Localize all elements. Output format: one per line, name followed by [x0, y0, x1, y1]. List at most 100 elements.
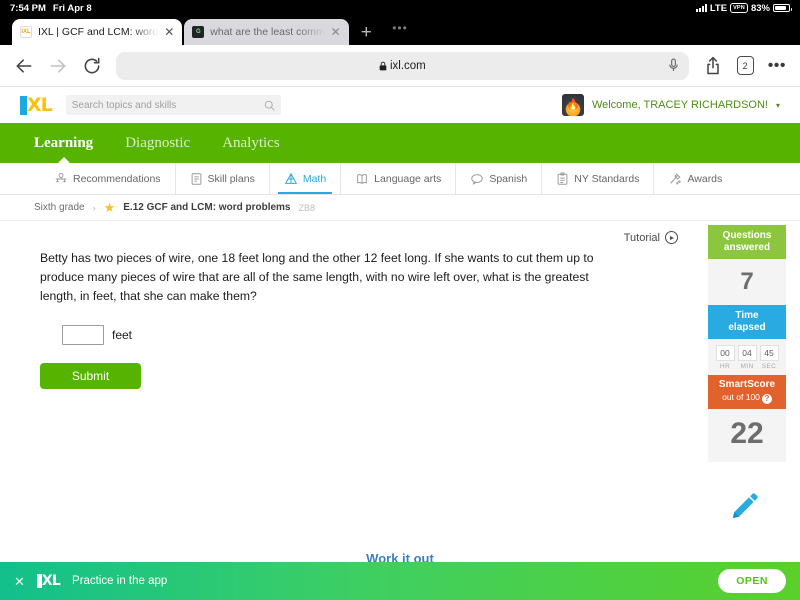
- share-icon[interactable]: [703, 56, 723, 76]
- browser-tab-inactive[interactable]: G what are the least comm ✕: [184, 19, 348, 45]
- chevron-down-icon[interactable]: ▾: [776, 101, 780, 110]
- timer-minutes: 04 MIN: [738, 345, 757, 370]
- breadcrumb-grade[interactable]: Sixth grade: [34, 202, 85, 213]
- timer-minutes-unit: MIN: [738, 363, 757, 370]
- tab-math[interactable]: Math: [270, 163, 341, 194]
- questions-answered-label-line1: Questions: [723, 230, 772, 241]
- url-bar[interactable]: ixl.com: [116, 52, 689, 80]
- stats-panel: Questions answered 7 Time elapsed 00 HR …: [708, 225, 786, 462]
- tab-title: what are the least comm: [210, 26, 324, 38]
- tab-close-icon[interactable]: ✕: [331, 26, 341, 38]
- timer-seconds-value: 45: [760, 345, 779, 361]
- tab-label: Language arts: [374, 173, 441, 185]
- status-bar-date: Fri Apr 8: [53, 3, 92, 14]
- answer-row: feet: [62, 325, 132, 345]
- tab-ny-standards[interactable]: NY Standards: [542, 163, 654, 194]
- tab-label: Recommendations: [73, 173, 161, 185]
- url-text-wrapper: ixl.com: [379, 60, 426, 72]
- banner-open-button[interactable]: OPEN: [718, 569, 786, 593]
- answer-unit-label: feet: [112, 328, 132, 342]
- help-icon[interactable]: ?: [762, 394, 772, 404]
- tab-skill-plans[interactable]: Skill plans: [176, 163, 270, 194]
- tab-close-icon[interactable]: ✕: [164, 26, 174, 38]
- banner-logo-xl-text: XL: [42, 574, 60, 588]
- network-type-label: LTE: [710, 3, 727, 14]
- timer-hours-value: 00: [716, 345, 735, 361]
- math-icon: [284, 172, 298, 186]
- timer-seconds: 45 SEC: [760, 345, 779, 370]
- timer-hours: 00 HR: [716, 345, 735, 370]
- status-bar-left: 7:54 PM Fri Apr 8: [10, 3, 92, 14]
- browser-tab-strip: ••• IXL IXL | GCF and LCM: word ✕ G what…: [0, 16, 800, 45]
- url-text: ixl.com: [390, 60, 426, 72]
- tab-awards[interactable]: Awards: [654, 163, 736, 194]
- breadcrumb-skill-code: ZB8: [299, 203, 316, 213]
- language-arts-icon: [355, 172, 369, 186]
- status-bar-time: 7:54 PM: [10, 3, 46, 14]
- ios-status-bar: 7:54 PM Fri Apr 8 LTE VPN 83%: [0, 0, 800, 16]
- nav-item-diagnostic[interactable]: Diagnostic: [125, 135, 190, 152]
- smartscore-label: SmartScore: [719, 379, 775, 390]
- timer-hours-unit: HR: [716, 363, 735, 370]
- tab-count-button[interactable]: 2: [737, 56, 754, 75]
- smartscore-sub-label: out of 100: [722, 392, 760, 402]
- tab-recommendations[interactable]: Recommendations: [40, 163, 176, 194]
- microphone-icon[interactable]: [668, 58, 679, 73]
- banner-close-icon[interactable]: ✕: [14, 575, 25, 588]
- submit-button[interactable]: Submit: [40, 363, 141, 389]
- tutorial-label: Tutorial: [624, 232, 660, 244]
- awards-icon: [668, 172, 682, 186]
- question-area: Betty has two pieces of wire, one 18 fee…: [0, 221, 800, 559]
- reload-icon[interactable]: [82, 56, 102, 76]
- search-placeholder: Search topics and skills: [72, 100, 177, 111]
- tab-label: Skill plans: [208, 173, 255, 185]
- answer-input[interactable]: [62, 325, 104, 345]
- spanish-icon: [470, 172, 484, 186]
- search-input[interactable]: Search topics and skills: [66, 95, 281, 115]
- star-icon[interactable]: ★: [104, 201, 116, 214]
- recommendations-icon: [54, 172, 68, 186]
- banner-text: Practice in the app: [72, 575, 167, 587]
- campfire-avatar-icon: 🔥: [562, 94, 584, 116]
- welcome-text: Welcome, TRACEY RICHARDSON!: [592, 99, 768, 111]
- tab-language-arts[interactable]: Language arts: [341, 163, 456, 194]
- breadcrumb-separator: ›: [93, 203, 96, 213]
- time-elapsed-label-line1: Time: [735, 310, 758, 321]
- time-elapsed-header: Time elapsed: [708, 305, 786, 339]
- tab-label: Math: [303, 173, 326, 185]
- tab-title: IXL | GCF and LCM: word: [38, 26, 158, 38]
- timer-minutes-value: 04: [738, 345, 757, 361]
- time-elapsed-label-line2: elapsed: [728, 322, 765, 333]
- new-tab-button[interactable]: +: [351, 23, 382, 45]
- nav-item-learning[interactable]: Learning: [34, 135, 93, 152]
- multitask-handle-icon[interactable]: •••: [392, 22, 408, 34]
- browser-tab-active[interactable]: IXL IXL | GCF and LCM: word ✕: [12, 19, 182, 45]
- questions-answered-value: 7: [708, 259, 786, 305]
- search-icon[interactable]: [264, 100, 275, 111]
- user-menu[interactable]: 🔥 Welcome, TRACEY RICHARDSON! ▾: [562, 94, 780, 116]
- tutorial-link[interactable]: Tutorial: [624, 231, 678, 244]
- signal-bars-icon: [696, 4, 707, 12]
- banner-ixl-logo: XL: [37, 574, 60, 589]
- logo-i-bar: [20, 96, 27, 115]
- play-circle-icon[interactable]: [665, 231, 678, 244]
- tab-label: Spanish: [489, 173, 527, 185]
- timer-display: 00 HR 04 MIN 45 SEC: [708, 339, 786, 375]
- subject-tab-bar: Recommendations Skill plans Math Languag…: [0, 163, 800, 195]
- main-nav: Learning Diagnostic Analytics: [0, 123, 800, 163]
- breadcrumb-skill: E.12 GCF and LCM: word problems: [123, 202, 290, 213]
- tab-favicon-generic-icon: G: [192, 26, 204, 38]
- lock-icon: [379, 61, 387, 71]
- app-promo-banner: ✕ XL Practice in the app OPEN: [0, 562, 800, 600]
- more-options-icon[interactable]: •••: [768, 58, 786, 74]
- site-header: XL Search topics and skills 🔥 Welcome, T…: [0, 87, 800, 123]
- nav-item-analytics[interactable]: Analytics: [222, 135, 280, 152]
- breadcrumb: Sixth grade › ★ E.12 GCF and LCM: word p…: [0, 195, 800, 221]
- tab-spanish[interactable]: Spanish: [456, 163, 542, 194]
- forward-arrow-icon: [48, 56, 68, 76]
- skill-plans-icon: [190, 172, 203, 186]
- back-arrow-icon[interactable]: [14, 56, 34, 76]
- ixl-logo[interactable]: XL: [20, 95, 52, 115]
- pencil-scratchpad-icon[interactable]: [728, 489, 762, 523]
- timer-seconds-unit: SEC: [760, 363, 779, 370]
